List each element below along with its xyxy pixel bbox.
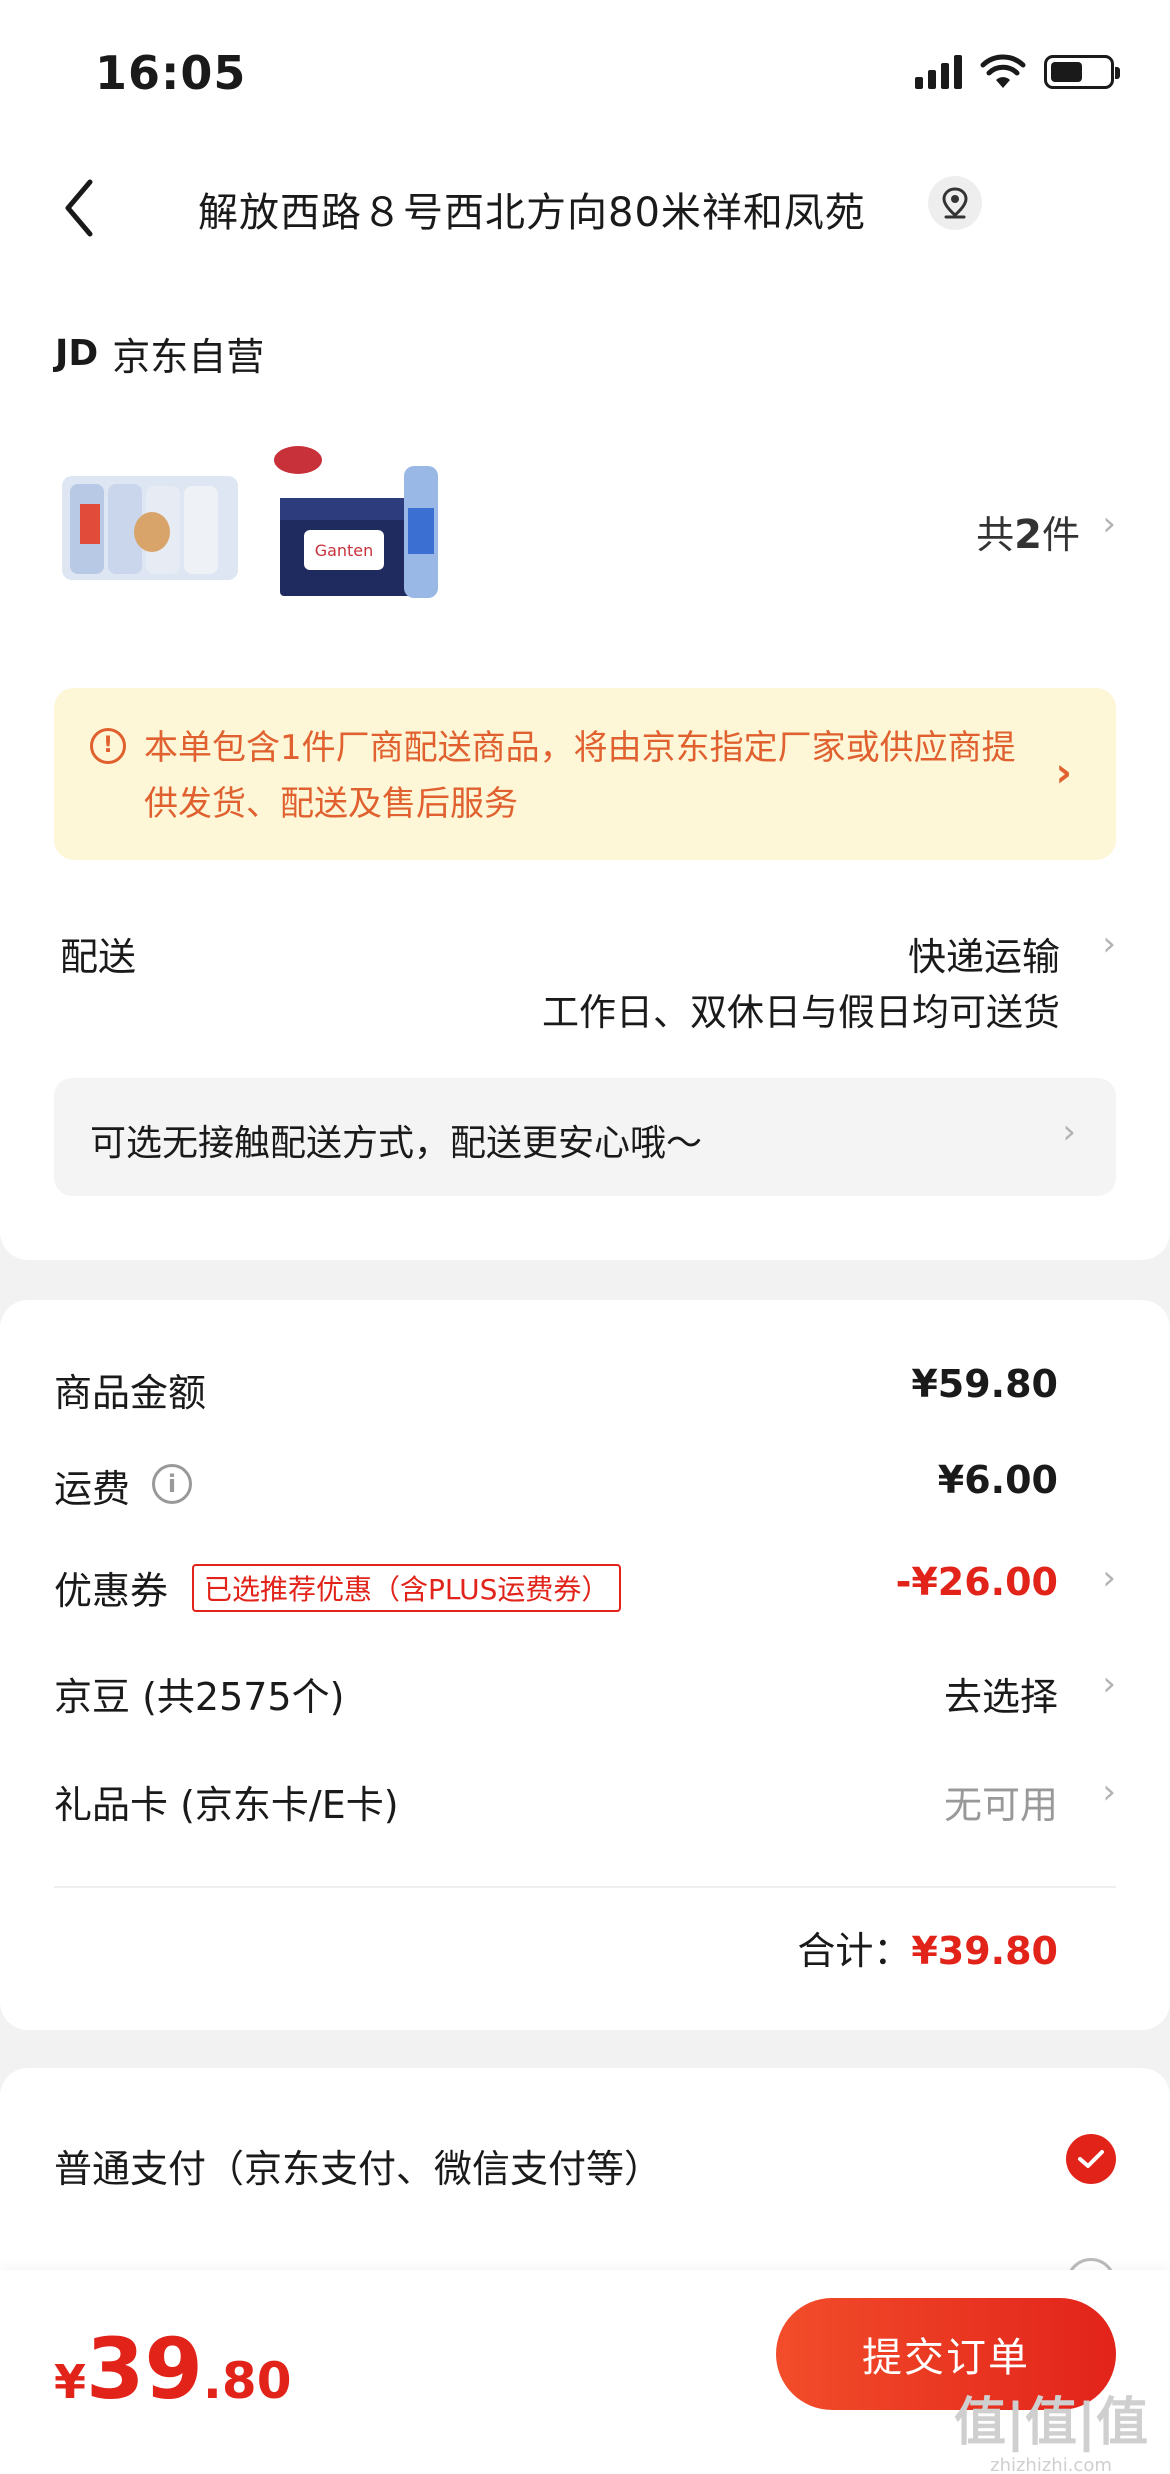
delivery-label: 配送 [60, 935, 137, 979]
back-arrow-icon[interactable] [56, 168, 106, 248]
gift-card-chevron-icon[interactable]: › [1102, 1772, 1116, 1812]
payment-normal-label[interactable]: 普通支付（京东支付、微信支付等） [54, 2138, 662, 2193]
coupon-tag: 已选推荐优惠（含PLUS运费券） [192, 1564, 622, 1612]
wifi-icon [980, 54, 1026, 88]
contactless-delivery-option[interactable]: 可选无接触配送方式，配送更安心哦～ › [54, 1078, 1116, 1196]
status-icons [915, 54, 1120, 90]
coupon-value[interactable]: -¥26.00 [896, 1560, 1058, 1604]
delivery-address[interactable]: 解放西路８号西北方向80米祥和凤苑 [198, 180, 866, 238]
subtotal-value: ¥39.80 [911, 1929, 1058, 1973]
info-icon: ! [90, 728, 126, 764]
item-count-chevron-icon[interactable]: › [1102, 504, 1116, 544]
jd-logo: JD [55, 333, 99, 374]
jd-beans-chevron-icon[interactable]: › [1102, 1664, 1116, 1704]
nav-bar: 解放西路８号西北方向80米祥和凤苑 [0, 140, 1170, 275]
delivery-method[interactable]: 快递运输 [908, 926, 1060, 981]
product-image-water-pack[interactable] [60, 456, 240, 586]
goods-amount-value: ¥59.80 [911, 1362, 1058, 1406]
jd-beans-value[interactable]: 去选择 [944, 1666, 1058, 1721]
svg-text:Ganten: Ganten [315, 541, 374, 560]
shop-header: JD 京东自营 [55, 326, 264, 381]
shipping-value: ¥6.00 [937, 1458, 1058, 1502]
location-pin-icon[interactable] [928, 176, 982, 230]
status-bar: 16:05 [0, 0, 1170, 140]
coupon-chevron-icon[interactable]: › [1102, 1558, 1116, 1598]
checkout-bar: ¥39.80 提交订单 值|值|值 zhizhizhi.com [0, 2270, 1170, 2474]
notice-chevron-icon: › [1055, 750, 1072, 796]
shipping-info-icon[interactable]: i [152, 1464, 192, 1504]
goods-amount-label: 商品金额 [54, 1371, 207, 1415]
coupon-label: 优惠券 [54, 1569, 169, 1613]
contactless-chevron-icon: › [1062, 1112, 1076, 1152]
delivery-chevron-icon[interactable]: › [1102, 924, 1116, 964]
status-time: 16:05 [95, 46, 247, 100]
battery-icon [1044, 55, 1120, 89]
subtotal-row: 合计： ¥39.80 [797, 1920, 1058, 1975]
order-card: JD 京东自营 Ganten 共2件 › ! 本单包含1件厂商配送商品，将由京东… [0, 268, 1170, 1260]
checkout-total: ¥39.80 [54, 2320, 292, 2418]
subtotal-label: 合计： [797, 1929, 912, 1973]
price-summary-card: 商品金额 ¥59.80 运费 i ¥6.00 优惠券 已选推荐优惠（含PLUS运… [0, 1300, 1170, 2030]
gift-card-label: 礼品卡 (京东卡/E卡) [54, 1783, 399, 1827]
divider [54, 1886, 1116, 1888]
vendor-delivery-notice[interactable]: ! 本单包含1件厂商配送商品，将由京东指定厂家或供应商提供发货、配送及售后服务 … [54, 688, 1116, 860]
watermark: 值|值|值 zhizhizhi.com [954, 2393, 1148, 2474]
item-count[interactable]: 共2件 [976, 504, 1080, 559]
gift-card-value[interactable]: 无可用 [944, 1774, 1058, 1829]
delivery-schedule: 工作日、双休日与假日均可送货 [542, 991, 1060, 1034]
shipping-label: 运费 [54, 1467, 131, 1511]
product-image-water-box[interactable]: Ganten [270, 438, 450, 603]
cellular-signal-icon [915, 55, 962, 89]
notice-text: 本单包含1件厂商配送商品，将由京东指定厂家或供应商提供发货、配送及售后服务 [144, 728, 1016, 824]
shop-name: 京东自营 [112, 335, 265, 379]
jd-beans-label: 京豆 (共2575个) [54, 1675, 345, 1719]
payment-selected-check-icon[interactable] [1066, 2134, 1116, 2184]
contactless-text: 可选无接触配送方式，配送更安心哦～ [90, 1123, 703, 1164]
